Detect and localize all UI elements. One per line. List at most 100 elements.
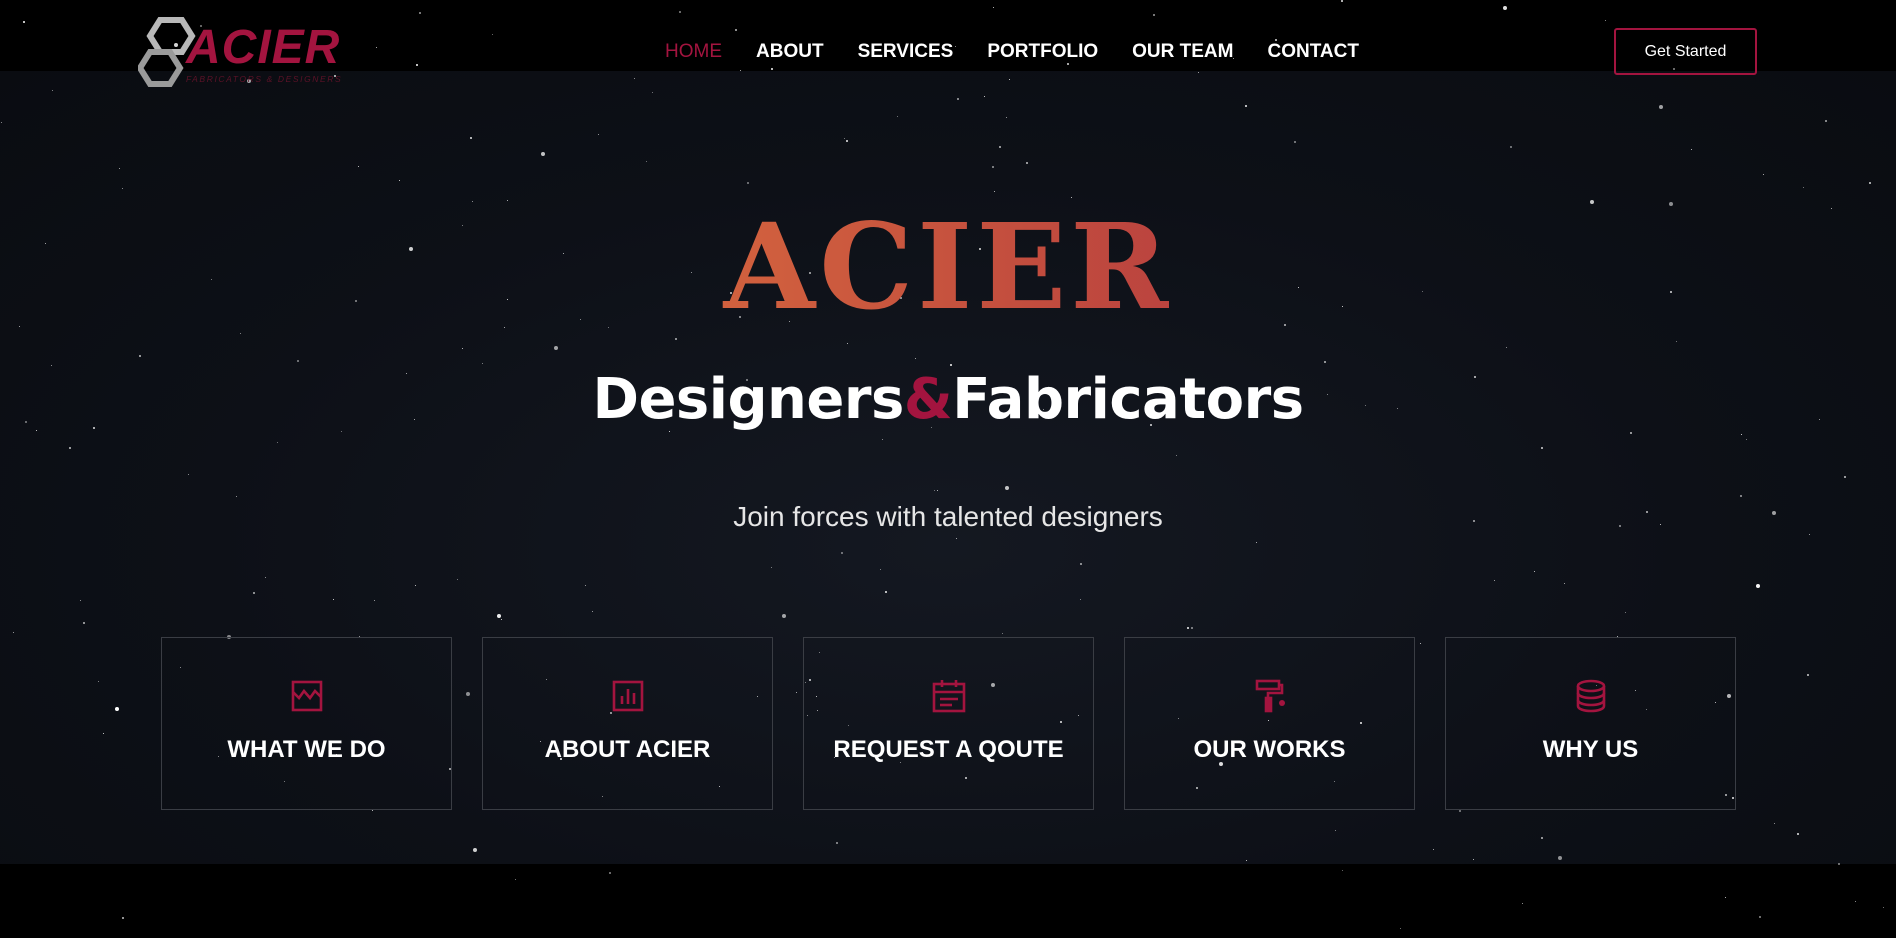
- star: [504, 327, 506, 329]
- star: [119, 168, 121, 170]
- get-started-button[interactable]: Get Started: [1614, 28, 1757, 75]
- star: [585, 585, 587, 587]
- nav-our-team[interactable]: OUR TEAM: [1132, 40, 1233, 64]
- star: [541, 152, 545, 156]
- star: [1541, 837, 1543, 839]
- star: [1342, 870, 1344, 872]
- star: [1825, 120, 1827, 122]
- star: [497, 614, 501, 618]
- star: [376, 47, 378, 49]
- star: [358, 166, 360, 168]
- store-icon: [291, 680, 322, 712]
- star: [253, 592, 255, 594]
- card-why-us[interactable]: WHY US: [1445, 637, 1736, 810]
- star: [608, 327, 610, 329]
- star: [993, 7, 995, 9]
- star: [1294, 141, 1296, 143]
- card-request-quote[interactable]: REQUEST A QOUTE: [803, 637, 1094, 810]
- star: [592, 611, 594, 613]
- star: [470, 137, 472, 139]
- star: [1510, 146, 1512, 148]
- star: [957, 98, 959, 100]
- logo-wordmark: ACIER: [186, 21, 341, 74]
- star: [399, 180, 401, 182]
- star: [122, 917, 124, 919]
- star: [1522, 903, 1524, 905]
- star: [1009, 79, 1011, 81]
- star: [652, 92, 654, 94]
- star: [80, 600, 82, 602]
- star: [847, 343, 849, 345]
- card-title: REQUEST A QOUTE: [833, 736, 1064, 763]
- star: [1473, 859, 1475, 861]
- star: [1176, 455, 1178, 457]
- star: [1564, 583, 1566, 585]
- nav-portfolio[interactable]: PORTFOLIO: [987, 40, 1098, 64]
- star: [98, 681, 100, 683]
- star: [646, 161, 648, 163]
- star: [1807, 674, 1809, 676]
- star: [554, 346, 558, 350]
- hero-logo-text: ACIER: [0, 207, 1896, 327]
- star: [1191, 627, 1193, 629]
- star: [122, 188, 124, 190]
- page: ACIER FABRICATORS & DESIGNERS HOME ABOUT…: [0, 0, 1896, 938]
- star: [1676, 341, 1678, 343]
- hero-headline: Designers&Fabricators: [0, 365, 1896, 435]
- star: [1198, 72, 1200, 74]
- star: [277, 442, 279, 444]
- header-logo[interactable]: ACIER FABRICATORS & DESIGNERS: [138, 16, 343, 88]
- star: [999, 146, 1001, 148]
- card-about-acier[interactable]: ABOUT ACIER: [482, 637, 773, 810]
- star: [473, 848, 477, 852]
- star: [1590, 200, 1594, 204]
- star: [1459, 810, 1461, 812]
- card-title: WHY US: [1542, 736, 1639, 763]
- star: [598, 134, 600, 136]
- star: [1506, 347, 1508, 349]
- star: [462, 348, 464, 350]
- star: [1433, 849, 1435, 851]
- nav-home[interactable]: HOME: [665, 40, 722, 64]
- star: [472, 201, 474, 203]
- star: [1080, 599, 1082, 601]
- star: [1002, 633, 1004, 635]
- nav-about[interactable]: ABOUT: [756, 40, 824, 64]
- calendar-icon: [932, 680, 965, 713]
- star: [1400, 928, 1402, 930]
- headline-ampersand: &: [903, 367, 953, 432]
- star: [841, 552, 843, 554]
- star: [52, 90, 54, 92]
- star: [297, 360, 299, 362]
- star: [1187, 627, 1189, 629]
- star: [1605, 20, 1607, 22]
- star: [1256, 542, 1258, 544]
- star: [333, 599, 335, 601]
- star: [188, 474, 190, 476]
- star: [984, 96, 986, 98]
- bar-chart-icon: [612, 680, 643, 712]
- star: [1026, 162, 1028, 164]
- star: [1691, 149, 1693, 151]
- star: [492, 34, 494, 36]
- star: [23, 21, 25, 23]
- star: [372, 810, 374, 812]
- nav-contact[interactable]: CONTACT: [1267, 40, 1358, 64]
- star: [882, 439, 884, 441]
- star: [675, 338, 677, 340]
- star: [1534, 571, 1536, 573]
- star: [1245, 105, 1247, 107]
- star: [1153, 14, 1155, 16]
- star: [679, 11, 681, 13]
- star: [83, 622, 85, 624]
- nav-services[interactable]: SERVICES: [858, 40, 954, 64]
- star: [1844, 476, 1846, 478]
- star: [457, 579, 459, 581]
- card-what-we-do[interactable]: WHAT WE DO: [161, 637, 452, 810]
- star: [1763, 174, 1765, 176]
- star: [1869, 182, 1871, 184]
- star: [416, 64, 418, 66]
- star: [419, 12, 421, 14]
- star: [1335, 830, 1337, 832]
- card-our-works[interactable]: OUR WORKS: [1124, 637, 1415, 810]
